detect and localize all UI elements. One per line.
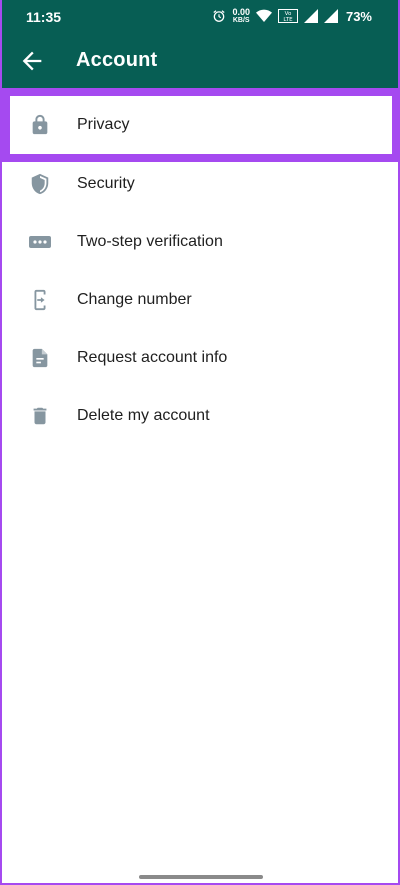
net-speed: 0.00 KB/S <box>232 7 250 25</box>
wifi-icon <box>255 9 272 23</box>
trash-icon <box>28 404 52 428</box>
alarm-icon <box>212 9 226 23</box>
menu-item-label: Request account info <box>77 349 228 366</box>
battery-level: 73% <box>345 8 372 24</box>
menu-item-delete-my-account[interactable]: Delete my account <box>2 387 398 445</box>
net-speed-value: 0.00 <box>232 7 250 17</box>
signal-icon <box>323 9 338 23</box>
document-icon <box>28 346 52 370</box>
menu-item-label: Privacy <box>77 116 130 133</box>
status-bar: 11:35 0.00 KB/S Vo LTE 73% <box>2 0 398 34</box>
account-settings-list: Privacy Security Two-step verification C… <box>2 88 398 883</box>
net-speed-unit: KB/S <box>232 17 250 24</box>
lock-icon <box>28 113 52 137</box>
menu-item-change-number[interactable]: Change number <box>2 271 398 329</box>
phone-change-icon <box>28 288 52 312</box>
menu-item-two-step-verification[interactable]: Two-step verification <box>2 213 398 271</box>
menu-item-request-account-info[interactable]: Request account info <box>2 329 398 387</box>
svg-text:LTE: LTE <box>283 17 293 23</box>
shield-icon <box>28 172 52 196</box>
volte-icon: Vo LTE <box>277 9 298 23</box>
menu-item-label: Change number <box>77 291 192 308</box>
dots-icon <box>28 230 52 254</box>
arrow-left-icon <box>18 51 46 79</box>
menu-item-label: Delete my account <box>77 407 210 424</box>
screen: 11:35 0.00 KB/S Vo LTE 73% Account Priva… <box>2 0 398 883</box>
status-icons: 0.00 KB/S Vo LTE 73% <box>212 8 372 24</box>
home-indicator[interactable] <box>139 875 263 879</box>
back-button[interactable] <box>18 47 46 75</box>
status-time: 11:35 <box>26 9 62 25</box>
signal-icon <box>303 9 318 23</box>
app-bar: Account <box>2 34 398 88</box>
page-title: Account <box>76 49 158 71</box>
menu-item-security[interactable]: Security <box>2 155 398 213</box>
menu-item-label: Two-step verification <box>77 233 223 250</box>
menu-item-privacy[interactable]: Privacy <box>10 96 392 154</box>
menu-item-label: Security <box>77 175 135 192</box>
